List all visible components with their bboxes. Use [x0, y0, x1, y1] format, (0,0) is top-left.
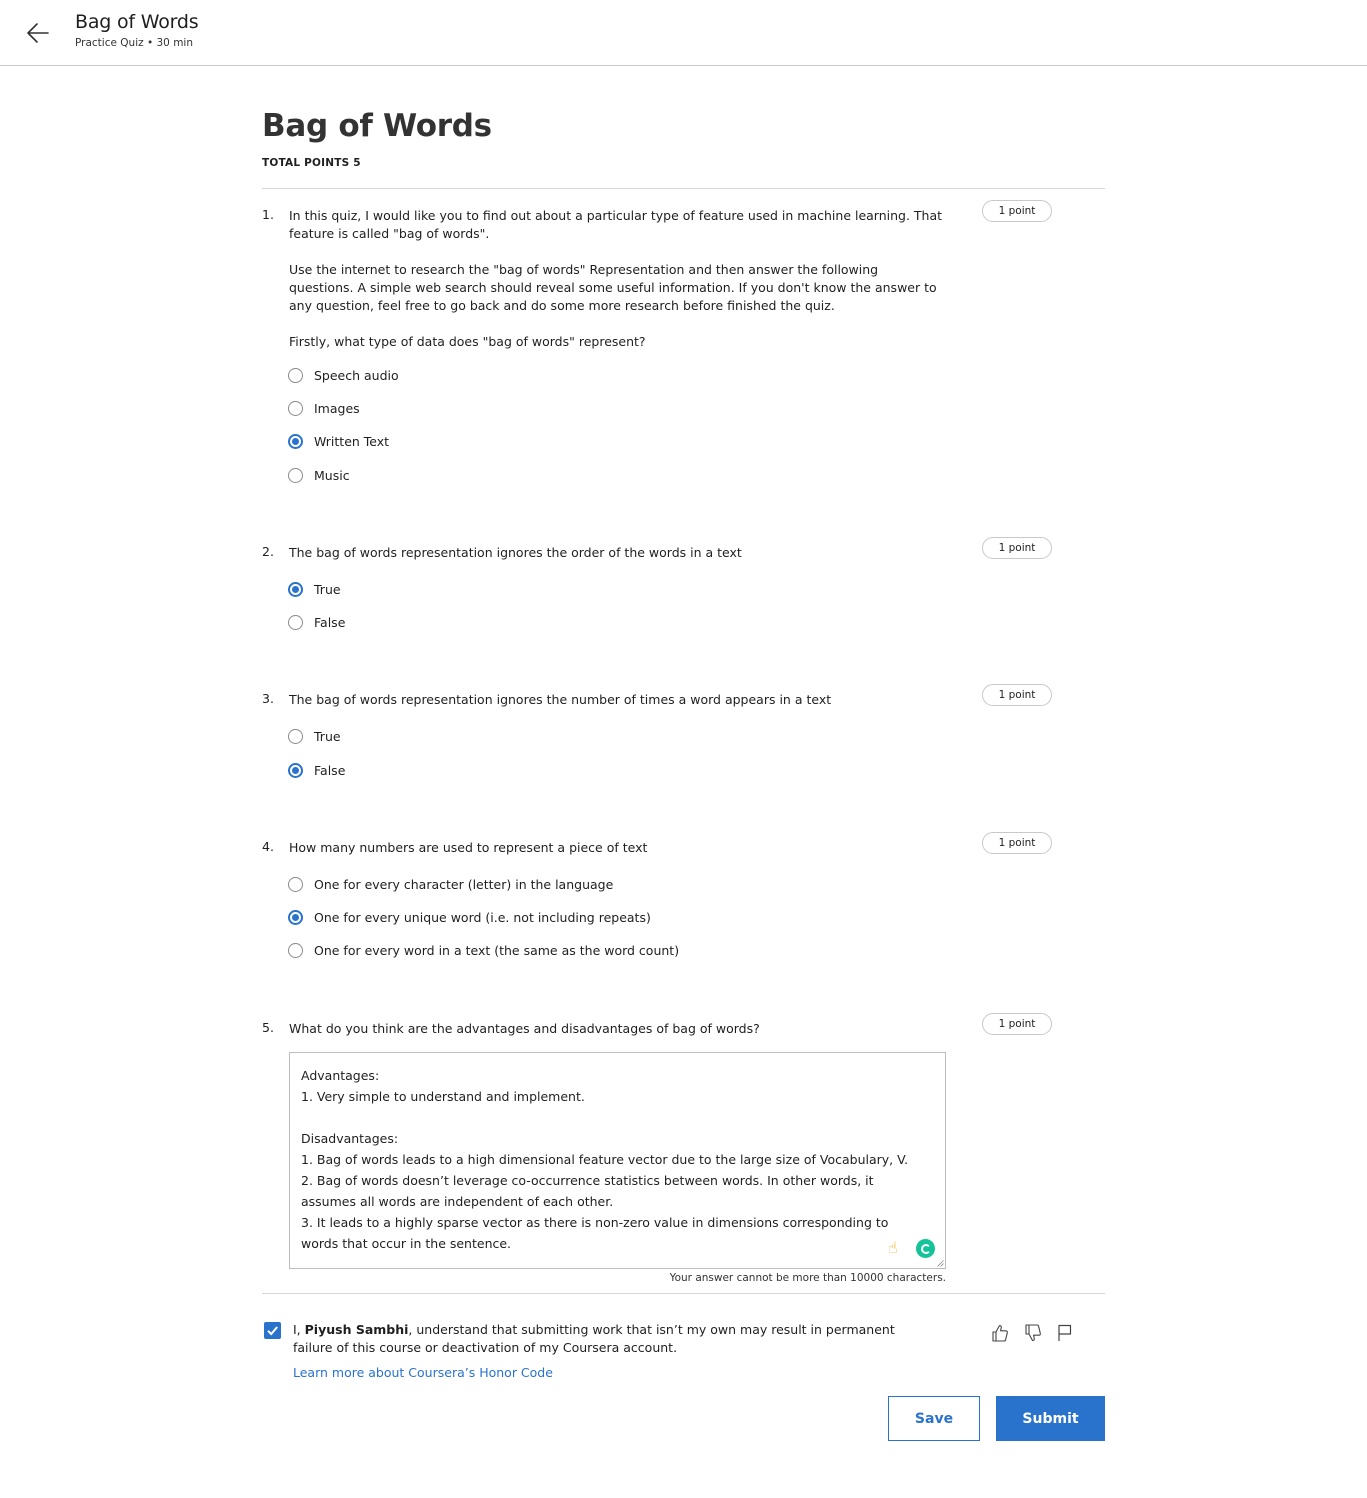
option-per-word[interactable]: One for every word in a text (the same a… [288, 940, 679, 960]
radio-button[interactable] [288, 909, 303, 925]
pointing-hand-icon[interactable]: ☝ [888, 1239, 898, 1257]
question-paragraph: How many numbers are used to represent a… [289, 840, 648, 855]
option-label: False [314, 614, 346, 630]
honor-code-statement: I, Piyush Sambhi, understand that submit… [293, 1321, 903, 1357]
page-title: Bag of Words [262, 108, 492, 144]
flag-icon[interactable] [1055, 1323, 1075, 1343]
question-paragraph: The bag of words representation ignores … [289, 545, 742, 560]
save-button[interactable]: Save [888, 1396, 980, 1441]
radio-button[interactable] [288, 942, 303, 958]
option-speech-audio[interactable]: Speech audio [288, 365, 399, 385]
char-limit-note: Your answer cannot be more than 10000 ch… [669, 1272, 946, 1284]
question-paragraph: Use the internet to research the "bag of… [289, 262, 937, 313]
top-bar: Bag of Words Practice Quiz • 30 min [0, 0, 1367, 66]
question-text: In this quiz, I would like you to find o… [289, 207, 945, 351]
grammarly-icon[interactable] [916, 1239, 935, 1258]
resize-handle-icon[interactable] [937, 1260, 944, 1267]
question-paragraph: The bag of words representation ignores … [289, 692, 832, 707]
option-per-character[interactable]: One for every character (letter) in the … [288, 874, 613, 894]
option-true[interactable]: True [288, 726, 341, 746]
option-label: Speech audio [314, 367, 399, 383]
option-false[interactable]: False [288, 760, 345, 780]
question-paragraph: Firstly, what type of data does "bag of … [289, 334, 646, 349]
radio-button[interactable] [288, 467, 303, 483]
option-label: One for every unique word (i.e. not incl… [314, 909, 651, 925]
question-text: What do you think are the advantages and… [289, 1020, 945, 1038]
question-text: How many numbers are used to represent a… [289, 839, 945, 857]
option-label: True [314, 581, 341, 597]
answer-textarea[interactable]: Advantages: 1. Very simple to understand… [289, 1052, 946, 1269]
points-badge: 1 point [982, 537, 1052, 559]
header-title: Bag of Words [75, 11, 199, 33]
option-images[interactable]: Images [288, 398, 360, 418]
question-paragraph: What do you think are the advantages and… [289, 1021, 760, 1036]
question-number: 1. [262, 207, 274, 222]
question-number: 2. [262, 544, 274, 559]
option-per-unique-word[interactable]: One for every unique word (i.e. not incl… [288, 907, 651, 927]
divider [262, 1293, 1105, 1294]
option-label: True [314, 728, 341, 744]
option-label: One for every word in a text (the same a… [314, 942, 680, 958]
option-label: Written Text [314, 433, 390, 449]
option-label: Images [314, 400, 360, 416]
honor-code-checkbox[interactable] [264, 1322, 281, 1339]
divider [262, 188, 1105, 189]
points-badge: 1 point [982, 684, 1052, 706]
answer-text[interactable]: Advantages: 1. Very simple to understand… [301, 1065, 921, 1254]
option-true[interactable]: True [288, 579, 341, 599]
header-subtitle: Practice Quiz • 30 min [75, 37, 193, 49]
option-false[interactable]: False [288, 612, 345, 632]
radio-button[interactable] [288, 614, 303, 630]
total-points: TOTAL POINTS 5 [262, 157, 361, 169]
honor-code-link[interactable]: Learn more about Coursera’s Honor Code [293, 1365, 553, 1380]
question-number: 3. [262, 691, 274, 706]
question-text: The bag of words representation ignores … [289, 691, 945, 709]
radio-button[interactable] [288, 728, 303, 744]
back-arrow-icon[interactable] [24, 20, 52, 46]
thumbs-down-icon[interactable] [1023, 1323, 1043, 1343]
points-badge: 1 point [982, 1013, 1052, 1035]
radio-button[interactable] [288, 400, 303, 416]
option-written-text[interactable]: Written Text [288, 431, 389, 451]
thumbs-up-icon[interactable] [990, 1323, 1010, 1343]
question-number: 4. [262, 839, 274, 854]
option-label: False [314, 762, 346, 778]
option-label: One for every character (letter) in the … [314, 876, 614, 892]
option-music[interactable]: Music [288, 465, 350, 485]
radio-button[interactable] [288, 876, 303, 892]
radio-button[interactable] [288, 433, 303, 449]
question-text: The bag of words representation ignores … [289, 544, 945, 562]
option-label: Music [314, 467, 350, 483]
checkmark-icon [267, 1326, 278, 1336]
radio-button[interactable] [288, 367, 303, 383]
submit-button[interactable]: Submit [996, 1396, 1105, 1441]
question-paragraph: In this quiz, I would like you to find o… [289, 208, 943, 241]
radio-button[interactable] [288, 581, 303, 597]
question-number: 5. [262, 1020, 274, 1035]
points-badge: 1 point [982, 832, 1052, 854]
points-badge: 1 point [982, 200, 1052, 222]
learner-name: Piyush Sambhi [304, 1322, 409, 1337]
radio-button[interactable] [288, 762, 303, 778]
honor-prefix: I, [293, 1322, 305, 1337]
